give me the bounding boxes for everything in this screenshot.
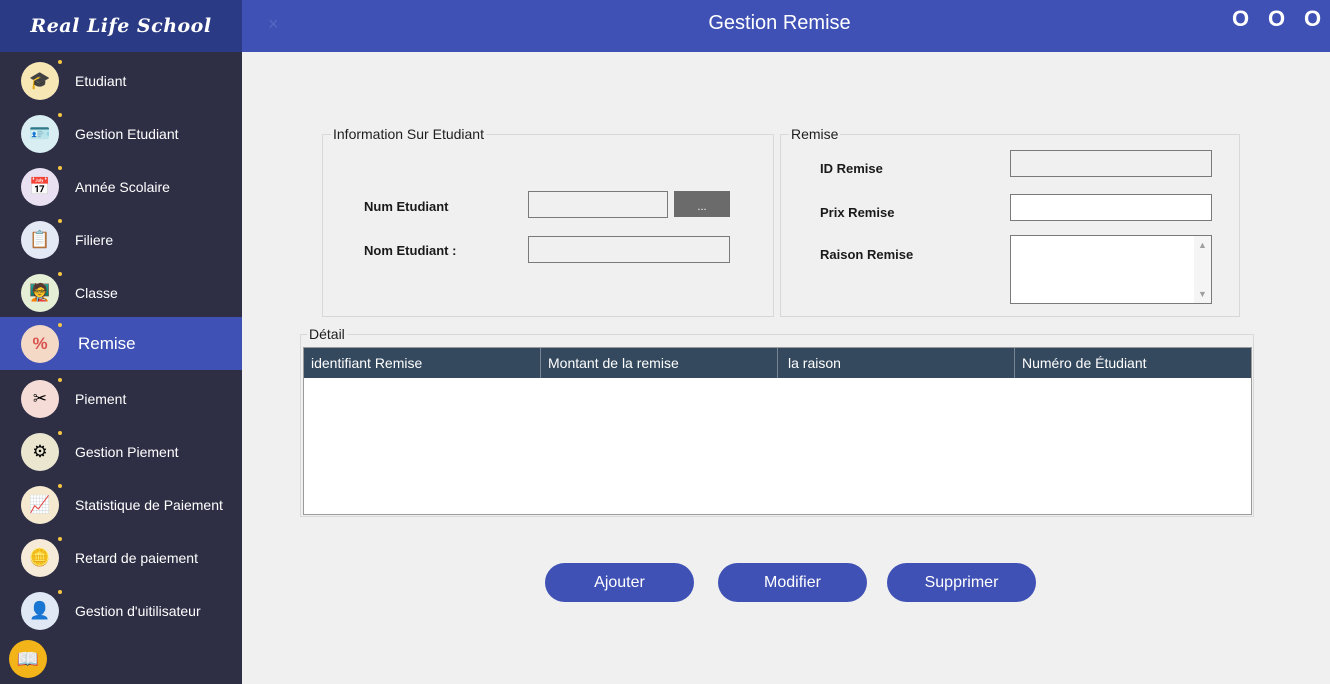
sidebar-item-label: Etudiant: [75, 72, 127, 89]
group-title: Information Sur Etudiant: [331, 126, 486, 142]
hand-coin-icon: 🪙: [21, 537, 62, 577]
nom-etudiant-field[interactable]: [528, 236, 730, 263]
id-card-icon: 🪪: [21, 113, 62, 153]
money-scissors-icon: ✂: [21, 378, 62, 418]
sidebar-item-label: Gestion Piement: [75, 443, 179, 460]
raison-remise-field[interactable]: ▲ ▼: [1010, 235, 1212, 304]
raison-remise-label: Raison Remise: [820, 247, 914, 262]
sidebar-item-label: Statistique de Paiement: [75, 496, 223, 513]
prix-remise-label: Prix Remise: [820, 205, 895, 220]
chart-board-icon: 📈: [21, 484, 62, 524]
scroll-up-icon[interactable]: ▲: [1198, 240, 1207, 250]
delete-button[interactable]: Supprimer: [887, 563, 1036, 602]
sidebar-item-label: Piement: [75, 390, 127, 407]
sidebar-item-piement[interactable]: ✂ Piement: [0, 372, 242, 425]
sidebar-item-label: Gestion Etudiant: [75, 125, 179, 142]
sidebar-item-label: Filiere: [75, 231, 114, 248]
maximize-button[interactable]: O: [1268, 6, 1285, 32]
scroll-down-icon[interactable]: ▼: [1198, 289, 1207, 299]
graduate-icon: 🎓: [21, 60, 62, 100]
page-title: Gestion Remise: [708, 12, 851, 34]
sidebar-item-label: Remise: [78, 333, 136, 353]
column-header-identifiant[interactable]: identifiant Remise: [304, 348, 541, 378]
sidebar-item-remise[interactable]: % Remise: [0, 317, 242, 370]
sidebar-item-classe[interactable]: 🧑‍🏫 Classe: [0, 266, 242, 319]
sidebar: Real Life School 🎓 Etudiant 🪪 Gestion Et…: [0, 0, 242, 684]
column-header-montant[interactable]: Montant de la remise: [541, 348, 778, 378]
column-header-raison[interactable]: la raison: [778, 348, 1015, 378]
id-remise-label: ID Remise: [820, 161, 883, 176]
sidebar-item-etudiant[interactable]: 🎓 Etudiant: [0, 54, 242, 107]
detail-table[interactable]: identifiant Remise Montant de la remise …: [303, 347, 1252, 515]
sidebar-item-gestion-etudiant[interactable]: 🪪 Gestion Etudiant: [0, 107, 242, 160]
num-etudiant-field[interactable]: [528, 191, 668, 218]
table-header: identifiant Remise Montant de la remise …: [304, 348, 1251, 378]
sidebar-item-statistique-paiement[interactable]: 📈 Statistique de Paiement: [0, 478, 242, 531]
classroom-board-icon: 🧑‍🏫: [21, 272, 62, 312]
gear-document-icon: ⚙: [21, 431, 62, 471]
sidebar-item-label: Classe: [75, 284, 118, 301]
user-list-icon: 👤: [21, 590, 62, 630]
sidebar-item-label: Année Scolaire: [75, 178, 170, 195]
textarea-scrollbar[interactable]: ▲ ▼: [1194, 236, 1211, 303]
id-remise-field[interactable]: [1010, 150, 1212, 177]
brand-title: Real Life School: [0, 0, 242, 52]
exit-button[interactable]: O: [1304, 6, 1321, 32]
sidebar-item-gestion-utilisateur[interactable]: 👤 Gestion d'uitilisateur: [0, 584, 242, 637]
column-header-numero[interactable]: Numéro de Étudiant: [1015, 348, 1251, 378]
group-title: Détail: [307, 326, 347, 342]
prix-remise-field[interactable]: [1010, 194, 1212, 221]
sidebar-item-label: Retard de paiement: [75, 549, 198, 566]
sidebar-item-retard-paiement[interactable]: 🪙 Retard de paiement: [0, 531, 242, 584]
num-etudiant-label: Num Etudiant: [364, 199, 449, 214]
browse-student-button[interactable]: ...: [674, 191, 730, 217]
header-bar: × Gestion Remise O O O: [242, 0, 1330, 52]
nom-etudiant-label: Nom Etudiant :: [364, 243, 457, 258]
sidebar-item-annee-scolaire[interactable]: 📅 Année Scolaire: [0, 160, 242, 213]
sidebar-item-filiere[interactable]: 📋 Filiere: [0, 213, 242, 266]
sidebar-item-gestion-piement[interactable]: ⚙ Gestion Piement: [0, 425, 242, 478]
minimize-button[interactable]: O: [1232, 6, 1249, 32]
edit-button[interactable]: Modifier: [718, 563, 867, 602]
sidebar-item-label: Gestion d'uitilisateur: [75, 602, 201, 619]
group-title: Remise: [789, 126, 841, 142]
discount-badge-icon: %: [21, 323, 62, 363]
student-info-group: Information Sur Etudiant: [322, 126, 774, 317]
calendar-check-icon: 📅: [21, 166, 62, 206]
add-button[interactable]: Ajouter: [545, 563, 694, 602]
clipboard-icon: 📋: [21, 219, 62, 259]
open-book-icon[interactable]: 📖: [9, 640, 47, 678]
